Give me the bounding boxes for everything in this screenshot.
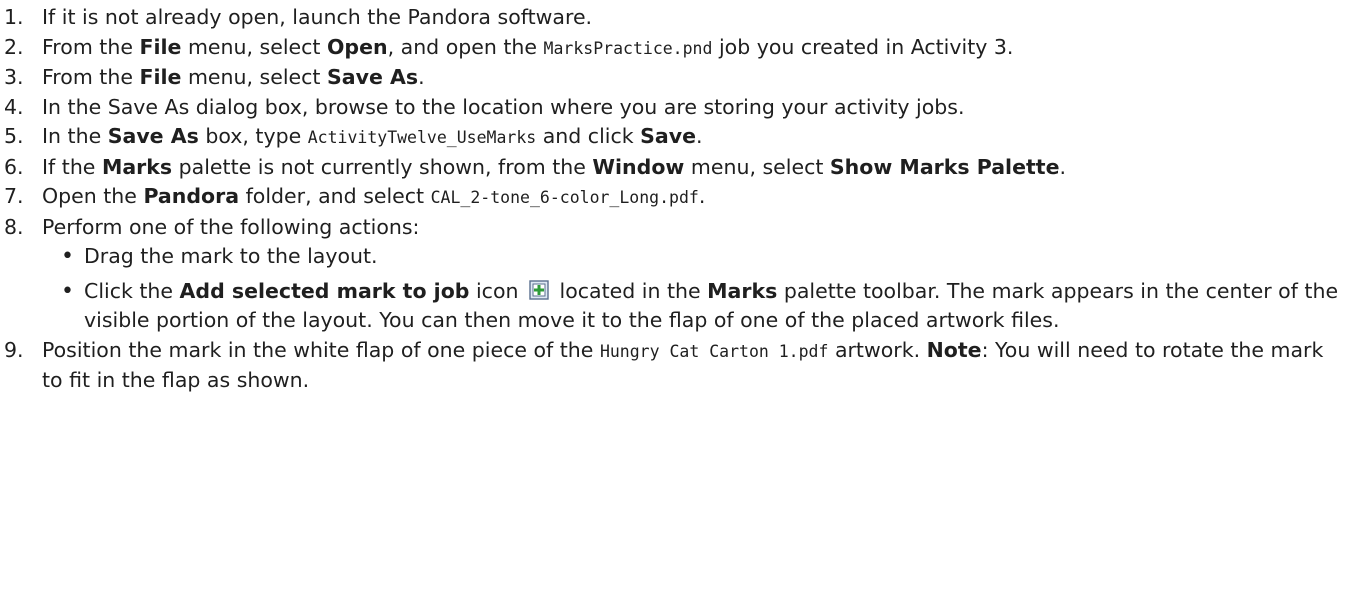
- step-number: 1.: [4, 5, 24, 29]
- step-text: If it is not already open, launch the Pa…: [42, 5, 593, 29]
- step-item: 6. If the Marks palette is not currently …: [4, 153, 1349, 183]
- step-text: artwork.: [828, 337, 927, 362]
- step-text: .: [1059, 154, 1067, 179]
- filename-text: Hungry Cat Carton 1.pdf: [599, 341, 829, 361]
- step-text: .: [696, 124, 703, 148]
- step-text: job you created in Activity 3.: [712, 34, 1014, 59]
- filename-text: ActivityTwelve_UseMarks: [307, 128, 537, 147]
- bold-term: Show Marks Palette: [829, 154, 1060, 179]
- step-text: From the: [42, 65, 140, 89]
- bold-term: Add selected mark to job: [179, 278, 470, 303]
- step-number: 8.: [4, 214, 24, 239]
- bold-term: Marks: [101, 154, 173, 179]
- step-text: menu, select: [181, 65, 327, 89]
- step-text: In the Save As dialog box, browse to the…: [42, 94, 965, 119]
- bold-term: File: [139, 65, 182, 89]
- step-text: From the: [42, 34, 140, 59]
- step-text: .: [418, 65, 425, 89]
- step-item: 4. In the Save As dialog box, browse to t…: [4, 93, 1349, 123]
- bold-term: Note: [926, 337, 982, 362]
- step-text: icon: [469, 278, 526, 303]
- instruction-list: 1. If it is not already open, launch the …: [4, 3, 1349, 396]
- bullet-item: • Drag the mark to the layout.: [55, 242, 1349, 272]
- bullet-icon: •: [61, 278, 74, 304]
- step-text: In the: [42, 124, 108, 148]
- step-number: 9.: [4, 337, 24, 362]
- bold-term: Save As: [326, 65, 419, 89]
- step-text: Perform one of the following actions:: [42, 214, 420, 239]
- step-text: folder, and select: [239, 184, 431, 208]
- step-item: 9. Position the mark in the white flap of…: [4, 336, 1349, 396]
- step-number: 5.: [4, 124, 24, 148]
- step-text: , and open the: [387, 34, 544, 59]
- step-item: 1. If it is not already open, launch the …: [4, 3, 1349, 33]
- step-number: 7.: [4, 184, 24, 208]
- filename-text: MarksPractice.pnd: [543, 38, 713, 58]
- step-number: 3.: [4, 65, 24, 89]
- filename-text: CAL_2-tone_6-color_Long.pdf: [430, 188, 699, 207]
- step-text: menu, select: [684, 154, 830, 179]
- step-text: Position the mark in the white flap of o…: [42, 337, 600, 362]
- step-item: 2. From the File menu, select Open, and o…: [4, 33, 1349, 64]
- step-text: located in the: [553, 278, 708, 303]
- step-text: .: [698, 184, 706, 208]
- step-text: Drag the mark to the layout.: [84, 244, 378, 268]
- step-text: If the: [42, 154, 102, 179]
- bold-term: Pandora: [143, 184, 240, 208]
- step-item: 8. Perform one of the following actions:: [4, 213, 1349, 243]
- bold-term: Marks: [707, 278, 778, 303]
- bold-term: Open: [326, 34, 388, 59]
- bullet-icon: •: [61, 244, 74, 269]
- step-text: box, type: [198, 124, 308, 148]
- step-number: 6.: [4, 154, 24, 179]
- step-number: 4.: [4, 94, 24, 119]
- step-item: 3. From the File menu, select Save As.: [4, 63, 1349, 93]
- step-text: Open the: [42, 184, 144, 208]
- step-text: and click: [536, 124, 641, 148]
- step-number: 2.: [4, 34, 24, 59]
- add-mark-icon: [529, 279, 549, 300]
- bullet-item: • Click the Add selected mark to job icon…: [55, 277, 1349, 336]
- bold-term: Save: [640, 124, 696, 148]
- step-item: 5. In the Save As box, type ActivityTwelv…: [4, 122, 1349, 153]
- bold-term: Window: [592, 154, 685, 179]
- step-text: menu, select: [181, 34, 327, 59]
- step-item: 7. Open the Pandora folder, and select CA…: [4, 182, 1349, 213]
- bold-term: File: [139, 34, 182, 59]
- step-text: Click the: [84, 278, 180, 303]
- step-text: palette is not currently shown, from the: [172, 154, 593, 179]
- bold-term: Save As: [107, 124, 199, 148]
